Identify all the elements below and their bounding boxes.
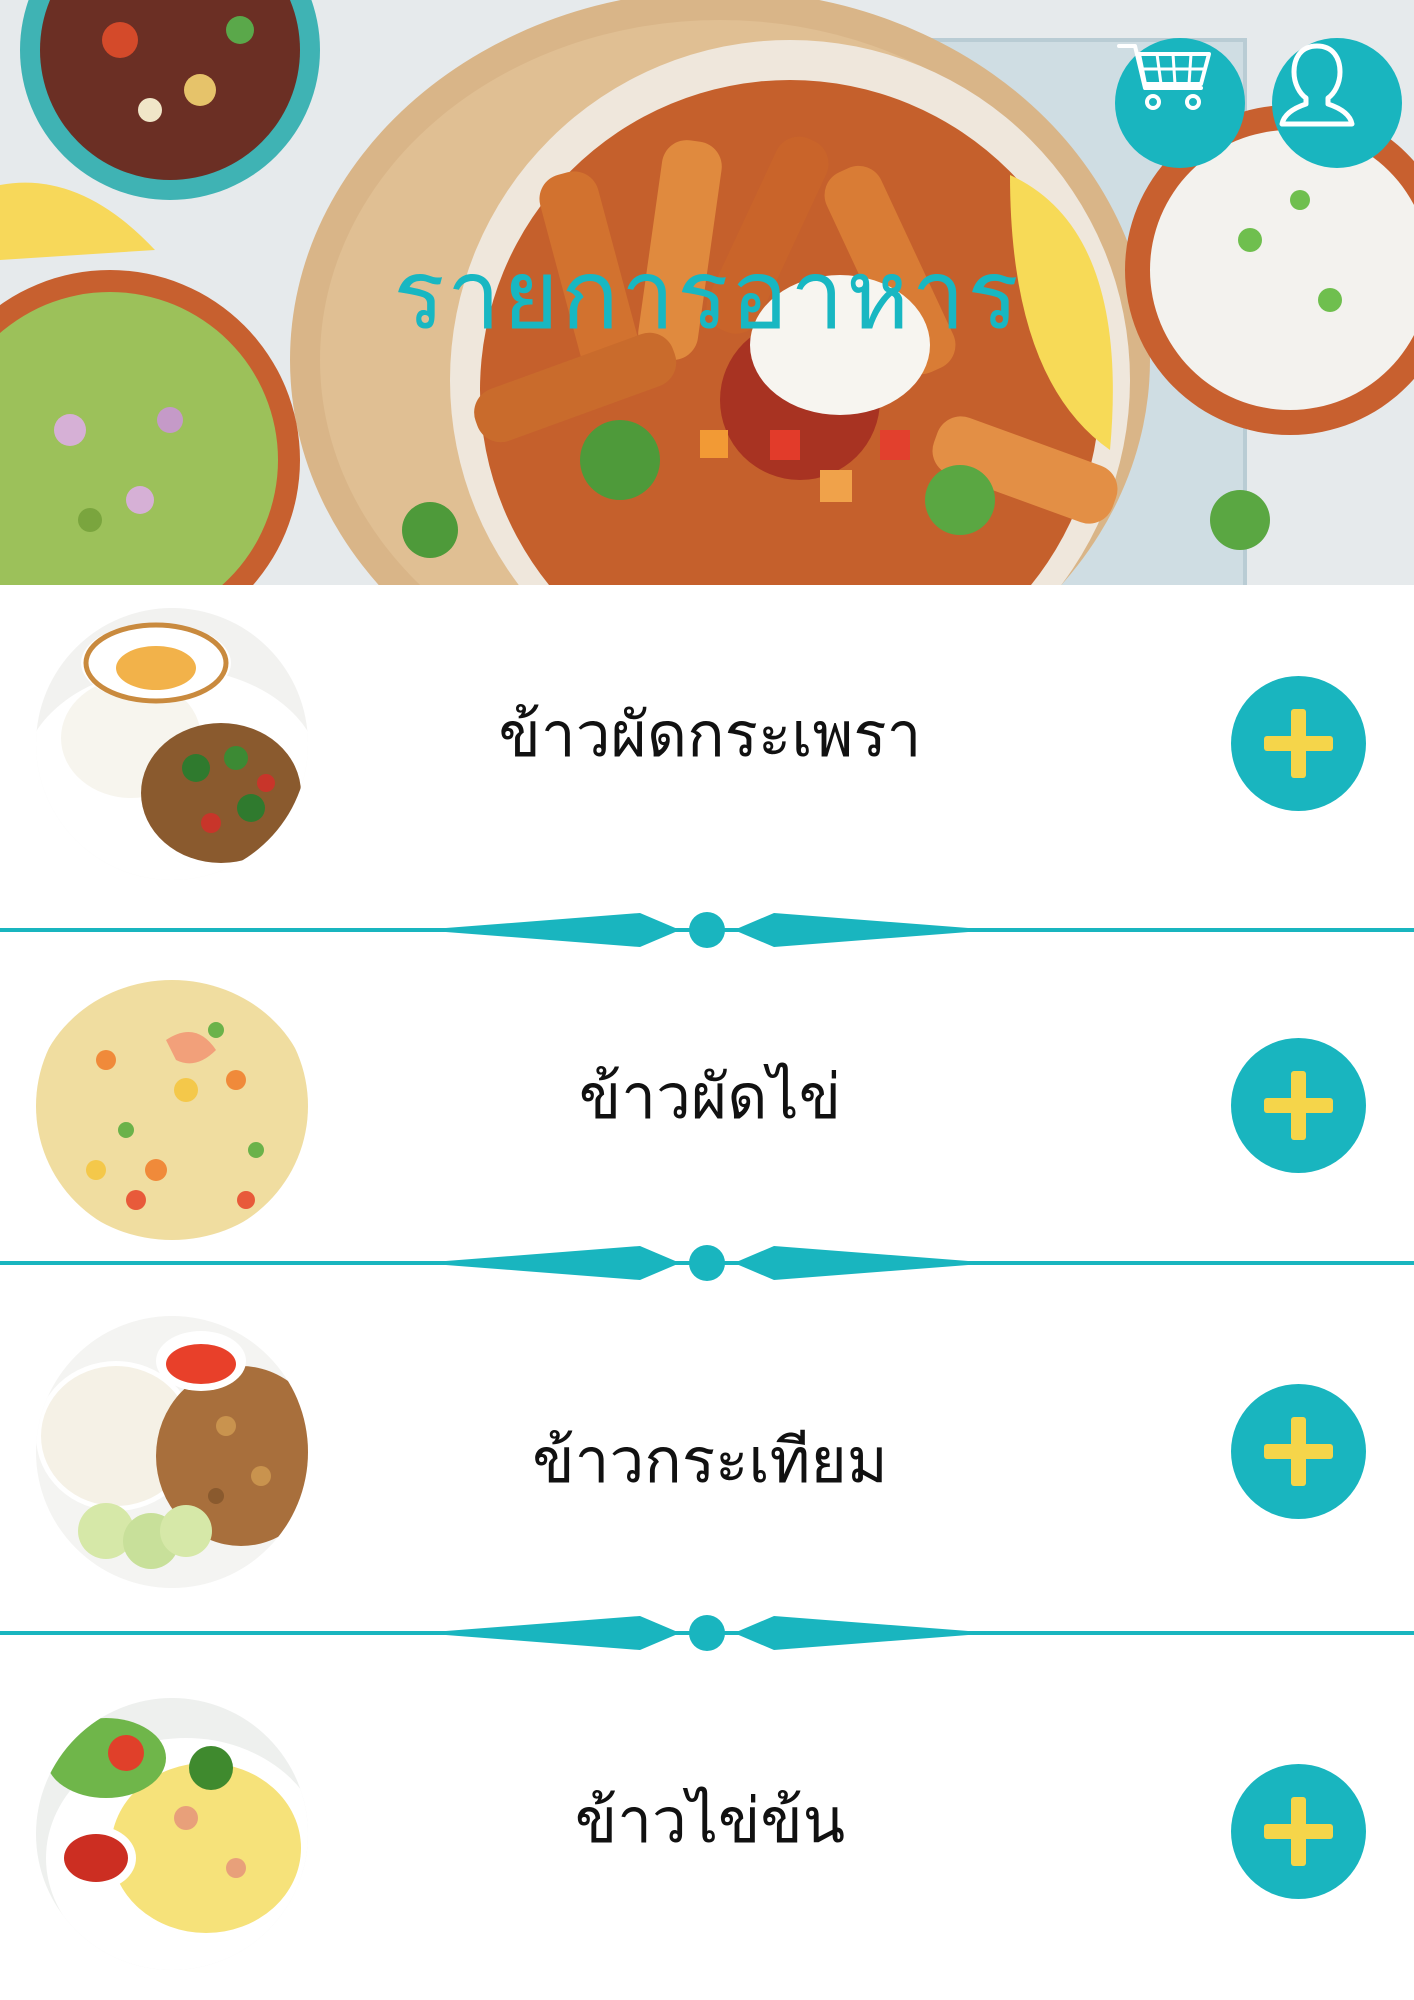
shopping-cart-icon (1117, 44, 1211, 110)
ornamental-divider (0, 1245, 1414, 1281)
add-to-cart-button[interactable] (1231, 1384, 1366, 1519)
menu-item: ข้าวกระเทียม (0, 1300, 1414, 1600)
page-title: รายการอาหาร (393, 239, 1021, 351)
menu-item: ข้าวไข่ข้น (0, 1680, 1414, 1980)
food-image-egg-fried-rice (36, 970, 308, 1242)
food-name: ข้าวผัดกระเพรา (498, 698, 922, 771)
ornamental-divider (0, 1615, 1414, 1651)
menu-page: รายการอาหาร ข้าวผัดกระเพรา ข้าวผัดไข่ ข้… (0, 0, 1414, 2000)
food-name: ข้าวกระเทียม (532, 1424, 888, 1497)
hero-banner: รายการอาหาร (0, 0, 1414, 585)
cart-button[interactable] (1115, 38, 1245, 168)
food-name: ข้าวผัดไข่ (578, 1060, 842, 1133)
food-name: ข้าวไข่ข้น (574, 1784, 846, 1857)
menu-item: ข้าวผัดกระเพรา (0, 600, 1414, 900)
add-to-cart-button[interactable] (1231, 676, 1366, 811)
food-image-basil-pork-rice (36, 608, 308, 880)
profile-button[interactable] (1272, 38, 1402, 168)
food-image-garlic-pork-rice (36, 1316, 308, 1588)
ornamental-divider (0, 912, 1414, 948)
add-to-cart-button[interactable] (1231, 1038, 1366, 1173)
add-to-cart-button[interactable] (1231, 1764, 1366, 1899)
food-image-creamy-omelette-rice (36, 1698, 308, 1970)
user-profile-icon (1279, 43, 1355, 127)
menu-item: ข้าวผัดไข่ (0, 960, 1414, 1260)
